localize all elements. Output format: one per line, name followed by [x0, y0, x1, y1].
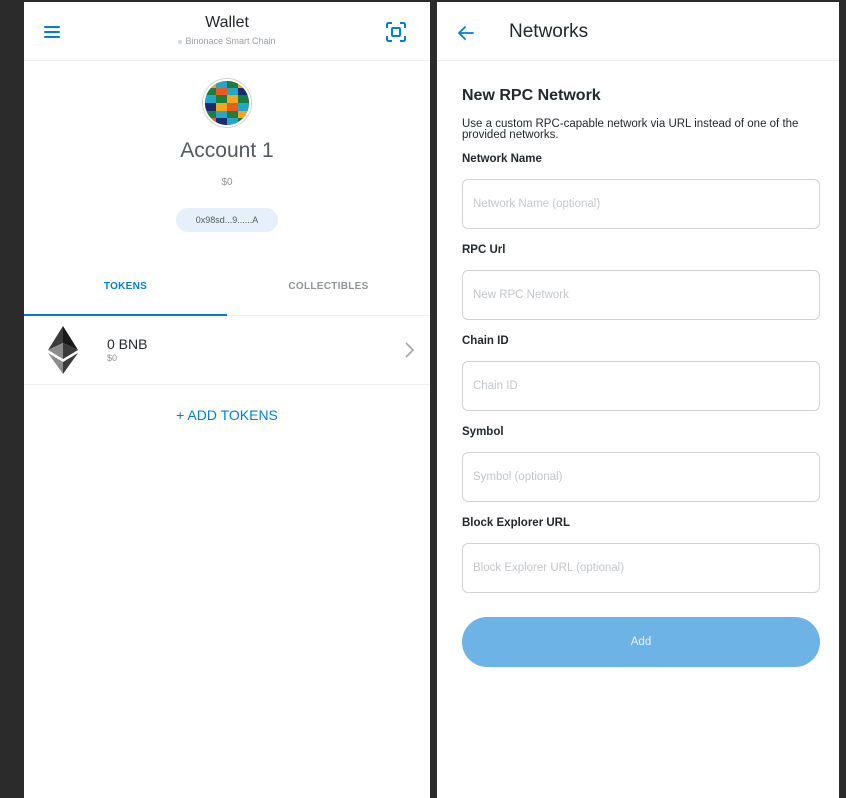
network-status-dot — [178, 39, 183, 44]
back-arrow-icon[interactable] — [457, 24, 475, 42]
ethereum-icon — [48, 326, 78, 374]
account-avatar[interactable] — [203, 79, 251, 127]
symbol-input[interactable] — [462, 452, 820, 502]
wallet-tabs: TOKENS COLLECTIBLES — [24, 259, 430, 316]
network-name: Binonace Smart Chain — [185, 36, 276, 46]
symbol-label: Symbol — [462, 426, 504, 438]
block-explorer-url-label: Block Explorer URL — [462, 517, 570, 529]
token-row[interactable]: 0 BNB $0 — [24, 316, 430, 385]
add-tokens-link[interactable]: + ADD TOKENS — [24, 407, 430, 423]
wallet-title: Wallet — [205, 14, 249, 31]
token-amount: 0 BNB — [107, 336, 148, 352]
account-info: Account 1 $0 0x98sd...9......A — [24, 61, 430, 259]
network-name-input[interactable] — [462, 179, 820, 229]
chevron-right-icon — [404, 342, 415, 358]
chain-id-input[interactable] — [462, 361, 820, 411]
add-network-button[interactable]: Add — [462, 617, 820, 667]
wallet-header: Wallet Binonace Smart Chain — [24, 2, 430, 61]
rpc-url-input[interactable] — [462, 270, 820, 320]
rpc-url-label: RPC Url — [462, 244, 506, 256]
token-fiat-value: $0 — [107, 353, 118, 363]
networks-screen: Networks New RPC Network Use a custom RP… — [437, 2, 839, 798]
networks-header: Networks — [437, 2, 839, 61]
account-balance: $0 — [221, 177, 233, 188]
tab-collectibles[interactable]: COLLECTIBLES — [227, 259, 430, 315]
account-address-pill[interactable]: 0x98sd...9......A — [175, 208, 279, 232]
page-title: Networks — [509, 21, 589, 42]
form-heading: New RPC Network — [462, 87, 601, 104]
chain-id-label: Chain ID — [462, 335, 509, 347]
block-explorer-url-input[interactable] — [462, 543, 820, 593]
wallet-screen: Wallet Binonace Smart Chain Account 1 $0… — [24, 2, 430, 798]
tab-tokens[interactable]: TOKENS — [24, 259, 227, 315]
network-name-label: Network Name — [462, 153, 542, 165]
form-description: Use a custom RPC-capable network via URL… — [462, 118, 799, 141]
qr-scan-icon[interactable] — [386, 22, 406, 42]
new-network-form: New RPC Network Use a custom RPC-capable… — [437, 87, 839, 667]
network-indicator[interactable]: Binonace Smart Chain — [24, 36, 430, 46]
account-name[interactable]: Account 1 — [24, 139, 430, 163]
